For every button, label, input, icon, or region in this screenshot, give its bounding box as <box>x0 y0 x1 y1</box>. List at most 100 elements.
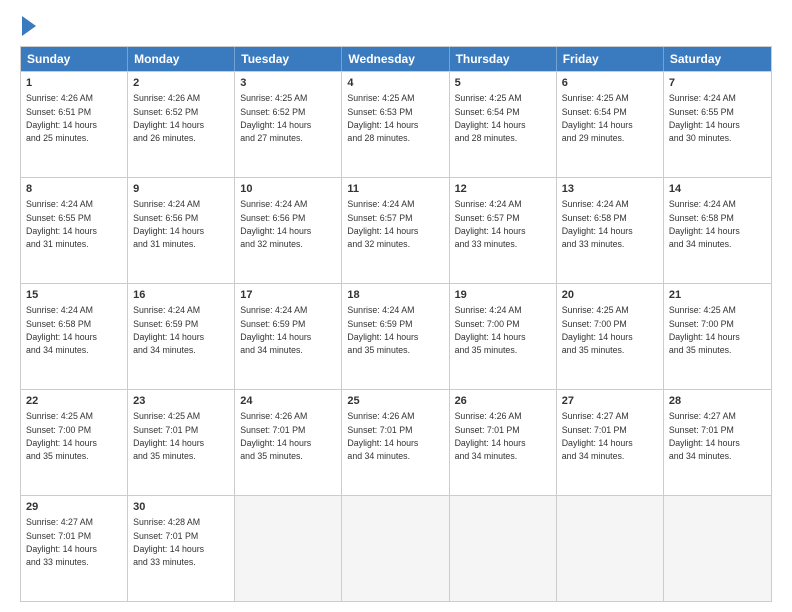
calendar-row-2: 8 Sunrise: 4:24 AM Sunset: 6:55 PM Daylig… <box>21 177 771 283</box>
day-number: 29 <box>26 500 122 515</box>
cal-cell-r4c6: 27 Sunrise: 4:27 AM Sunset: 7:01 PM Dayli… <box>557 390 664 495</box>
day-number: 23 <box>133 394 229 409</box>
calendar-row-4: 22 Sunrise: 4:25 AM Sunset: 7:00 PM Dayli… <box>21 389 771 495</box>
cal-cell-r3c6: 20 Sunrise: 4:25 AM Sunset: 7:00 PM Dayli… <box>557 284 664 389</box>
header-wednesday: Wednesday <box>342 47 449 71</box>
calendar-header: Sunday Monday Tuesday Wednesday Thursday… <box>21 47 771 71</box>
cal-cell-r2c4: 11Sunrise: 4:24 AM Sunset: 6:57 PM Dayli… <box>342 178 449 283</box>
day-number: 28 <box>669 394 766 409</box>
day-number: 19 <box>455 288 551 303</box>
cal-cell-r1c3: 3 Sunrise: 4:25 AM Sunset: 6:52 PM Daylig… <box>235 72 342 177</box>
day-number: 15 <box>26 288 122 303</box>
day-info: Sunrise: 4:25 AM Sunset: 6:52 PM Dayligh… <box>240 93 311 143</box>
cal-cell-r4c7: 28 Sunrise: 4:27 AM Sunset: 7:01 PM Dayli… <box>664 390 771 495</box>
cal-cell-r5c7 <box>664 496 771 601</box>
day-number: 3 <box>240 76 336 91</box>
calendar-body: 1 Sunrise: 4:26 AM Sunset: 6:51 PM Daylig… <box>21 71 771 601</box>
cal-cell-r4c4: 25Sunrise: 4:26 AM Sunset: 7:01 PM Dayli… <box>342 390 449 495</box>
day-number: 1 <box>26 76 122 91</box>
day-number: 10 <box>240 182 336 197</box>
day-info: Sunrise: 4:25 AM Sunset: 6:53 PM Dayligh… <box>347 93 418 143</box>
cal-cell-r4c5: 26 Sunrise: 4:26 AM Sunset: 7:01 PM Dayli… <box>450 390 557 495</box>
day-number: 9 <box>133 182 229 197</box>
cal-cell-r1c7: 7 Sunrise: 4:24 AM Sunset: 6:55 PM Daylig… <box>664 72 771 177</box>
cal-cell-r2c7: 14Sunrise: 4:24 AM Sunset: 6:58 PM Dayli… <box>664 178 771 283</box>
day-number: 22 <box>26 394 122 409</box>
day-number: 26 <box>455 394 551 409</box>
day-info: Sunrise: 4:25 AM Sunset: 6:54 PM Dayligh… <box>455 93 526 143</box>
day-info: Sunrise: 4:24 AM Sunset: 6:58 PM Dayligh… <box>26 305 97 355</box>
day-info: Sunrise: 4:24 AM Sunset: 6:55 PM Dayligh… <box>26 199 97 249</box>
day-number: 7 <box>669 76 766 91</box>
header-monday: Monday <box>128 47 235 71</box>
day-number: 12 <box>455 182 551 197</box>
calendar-row-5: 29Sunrise: 4:27 AM Sunset: 7:01 PM Dayli… <box>21 495 771 601</box>
day-info: Sunrise: 4:25 AM Sunset: 7:00 PM Dayligh… <box>562 305 633 355</box>
cal-cell-r4c3: 24Sunrise: 4:26 AM Sunset: 7:01 PM Dayli… <box>235 390 342 495</box>
logo-arrow-icon <box>22 16 36 36</box>
day-info: Sunrise: 4:24 AM Sunset: 6:57 PM Dayligh… <box>455 199 526 249</box>
calendar: Sunday Monday Tuesday Wednesday Thursday… <box>20 46 772 602</box>
day-number: 27 <box>562 394 658 409</box>
cal-cell-r5c2: 30 Sunrise: 4:28 AM Sunset: 7:01 PM Dayli… <box>128 496 235 601</box>
cal-cell-r3c1: 15 Sunrise: 4:24 AM Sunset: 6:58 PM Dayli… <box>21 284 128 389</box>
header-tuesday: Tuesday <box>235 47 342 71</box>
day-info: Sunrise: 4:24 AM Sunset: 6:59 PM Dayligh… <box>347 305 418 355</box>
cal-cell-r5c5 <box>450 496 557 601</box>
cal-cell-r3c7: 21Sunrise: 4:25 AM Sunset: 7:00 PM Dayli… <box>664 284 771 389</box>
day-number: 4 <box>347 76 443 91</box>
cal-cell-r4c1: 22 Sunrise: 4:25 AM Sunset: 7:00 PM Dayli… <box>21 390 128 495</box>
cal-cell-r1c6: 6 Sunrise: 4:25 AM Sunset: 6:54 PM Daylig… <box>557 72 664 177</box>
day-info: Sunrise: 4:24 AM Sunset: 6:55 PM Dayligh… <box>669 93 740 143</box>
day-number: 18 <box>347 288 443 303</box>
day-number: 20 <box>562 288 658 303</box>
header-thursday: Thursday <box>450 47 557 71</box>
day-info: Sunrise: 4:25 AM Sunset: 7:00 PM Dayligh… <box>26 411 97 461</box>
day-info: Sunrise: 4:24 AM Sunset: 6:58 PM Dayligh… <box>669 199 740 249</box>
cal-cell-r2c3: 10 Sunrise: 4:24 AM Sunset: 6:56 PM Dayli… <box>235 178 342 283</box>
cal-cell-r2c5: 12 Sunrise: 4:24 AM Sunset: 6:57 PM Dayli… <box>450 178 557 283</box>
cal-cell-r5c1: 29Sunrise: 4:27 AM Sunset: 7:01 PM Dayli… <box>21 496 128 601</box>
cal-cell-r5c4 <box>342 496 449 601</box>
cal-cell-r1c5: 5 Sunrise: 4:25 AM Sunset: 6:54 PM Daylig… <box>450 72 557 177</box>
day-info: Sunrise: 4:26 AM Sunset: 7:01 PM Dayligh… <box>455 411 526 461</box>
cal-cell-r2c1: 8 Sunrise: 4:24 AM Sunset: 6:55 PM Daylig… <box>21 178 128 283</box>
cal-cell-r4c2: 23 Sunrise: 4:25 AM Sunset: 7:01 PM Dayli… <box>128 390 235 495</box>
header <box>20 18 772 36</box>
cal-cell-r5c3 <box>235 496 342 601</box>
day-info: Sunrise: 4:24 AM Sunset: 6:56 PM Dayligh… <box>240 199 311 249</box>
cal-cell-r5c6 <box>557 496 664 601</box>
cal-cell-r2c6: 13Sunrise: 4:24 AM Sunset: 6:58 PM Dayli… <box>557 178 664 283</box>
day-info: Sunrise: 4:26 AM Sunset: 6:52 PM Dayligh… <box>133 93 204 143</box>
day-info: Sunrise: 4:28 AM Sunset: 7:01 PM Dayligh… <box>133 517 204 567</box>
day-number: 21 <box>669 288 766 303</box>
day-info: Sunrise: 4:24 AM Sunset: 6:56 PM Dayligh… <box>133 199 204 249</box>
day-info: Sunrise: 4:26 AM Sunset: 6:51 PM Dayligh… <box>26 93 97 143</box>
day-number: 6 <box>562 76 658 91</box>
day-number: 5 <box>455 76 551 91</box>
day-info: Sunrise: 4:24 AM Sunset: 7:00 PM Dayligh… <box>455 305 526 355</box>
day-info: Sunrise: 4:25 AM Sunset: 7:01 PM Dayligh… <box>133 411 204 461</box>
cal-cell-r1c4: 4 Sunrise: 4:25 AM Sunset: 6:53 PM Daylig… <box>342 72 449 177</box>
cal-cell-r3c2: 16 Sunrise: 4:24 AM Sunset: 6:59 PM Dayli… <box>128 284 235 389</box>
day-info: Sunrise: 4:27 AM Sunset: 7:01 PM Dayligh… <box>669 411 740 461</box>
day-number: 24 <box>240 394 336 409</box>
calendar-row-1: 1 Sunrise: 4:26 AM Sunset: 6:51 PM Daylig… <box>21 71 771 177</box>
page: Sunday Monday Tuesday Wednesday Thursday… <box>0 0 792 612</box>
header-saturday: Saturday <box>664 47 771 71</box>
day-info: Sunrise: 4:27 AM Sunset: 7:01 PM Dayligh… <box>562 411 633 461</box>
header-friday: Friday <box>557 47 664 71</box>
day-number: 25 <box>347 394 443 409</box>
day-info: Sunrise: 4:25 AM Sunset: 6:54 PM Dayligh… <box>562 93 633 143</box>
day-number: 30 <box>133 500 229 515</box>
day-number: 17 <box>240 288 336 303</box>
cal-cell-r1c2: 2 Sunrise: 4:26 AM Sunset: 6:52 PM Daylig… <box>128 72 235 177</box>
day-number: 16 <box>133 288 229 303</box>
day-info: Sunrise: 4:24 AM Sunset: 6:58 PM Dayligh… <box>562 199 633 249</box>
day-info: Sunrise: 4:24 AM Sunset: 6:59 PM Dayligh… <box>133 305 204 355</box>
day-info: Sunrise: 4:24 AM Sunset: 6:59 PM Dayligh… <box>240 305 311 355</box>
cal-cell-r3c5: 19 Sunrise: 4:24 AM Sunset: 7:00 PM Dayli… <box>450 284 557 389</box>
cal-cell-r2c2: 9 Sunrise: 4:24 AM Sunset: 6:56 PM Daylig… <box>128 178 235 283</box>
day-number: 2 <box>133 76 229 91</box>
day-number: 8 <box>26 182 122 197</box>
